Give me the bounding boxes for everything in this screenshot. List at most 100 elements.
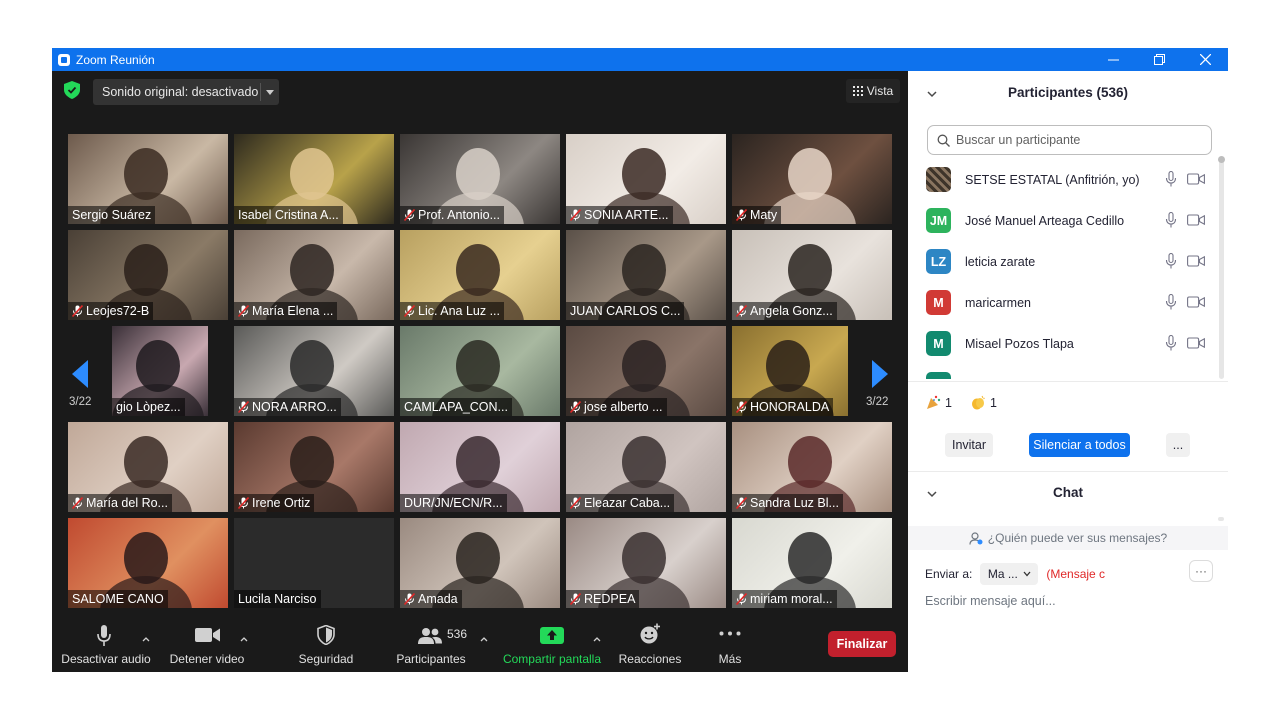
invite-button[interactable]: Invitar [945,433,993,457]
participant-name: CAMLAPA_CON... [404,400,508,414]
search-participant-input[interactable]: Buscar un participante [927,125,1212,155]
share-options-chevron-icon[interactable] [593,635,601,643]
muted-microphone-icon [736,209,747,221]
video-camera-icon[interactable] [1187,296,1205,308]
original-sound-button[interactable]: Sonido original: desactivado [93,79,279,105]
participant-row[interactable]: M Misael Pozos Tlapa [908,323,1218,364]
participant-name-label: Prof. Antonio... [400,206,504,224]
video-camera-icon[interactable] [1187,255,1205,267]
participant-name: miriam moral... [750,592,833,606]
mute-audio-button[interactable]: Desactivar audio [58,621,154,672]
video-tile[interactable]: Maty [732,134,892,224]
video-tile[interactable]: María del Ro... [68,422,228,512]
restore-button[interactable] [1136,48,1182,71]
mute-all-button[interactable]: Silenciar a todos [1029,433,1130,457]
video-tile[interactable]: Lic. Ana Luz ... [400,230,560,320]
more-label: Más [718,652,742,666]
participant-name-label: gio Lòpez... [112,398,185,416]
view-button[interactable]: Vista [846,79,900,103]
video-tile[interactable]: DUR/JN/ECN/R... [400,422,560,512]
video-tile[interactable]: Sandra Luz Bl... [732,422,892,512]
microphone-icon[interactable] [1165,335,1177,351]
participant-list-name: SETSE ESTATAL (Anfitrión, yo) [965,173,1140,187]
participant-name: Maty [750,208,778,222]
encryption-shield-icon[interactable] [64,81,80,99]
video-tile[interactable]: Prof. Antonio... [400,134,560,224]
more-options-button[interactable]: ... [1166,433,1190,457]
video-camera-icon[interactable] [1187,337,1205,349]
end-meeting-button[interactable]: Finalizar [828,631,896,657]
send-to-select[interactable]: Ma ... [980,563,1039,585]
security-button[interactable]: Seguridad [286,621,366,672]
participant-name: Lucila Narciso [238,592,317,606]
participant-name-label: JUAN CARLOS C... [566,302,685,320]
send-to-row: Enviar a: Ma ... (Mensaje c [925,563,1105,585]
chat-scrollbar[interactable] [1218,517,1224,521]
view-label: Vista [866,84,894,98]
smiley-add-icon [640,623,660,644]
more-button[interactable]: Más [700,621,760,672]
participants-button[interactable]: 536 Participantes [388,621,474,672]
video-tile[interactable]: gio Lòpez... [112,326,208,416]
video-tile[interactable]: Lucila Narciso [234,518,394,608]
minimize-button[interactable] [1090,48,1136,71]
close-button[interactable] [1182,48,1228,71]
muted-microphone-icon [736,497,747,509]
video-tile[interactable]: SONIA ARTE... [566,134,726,224]
zoom-window: Zoom Reunión Sonido original: desactivad… [52,48,1228,672]
next-page-arrow-icon[interactable] [868,354,892,394]
chat-message-input[interactable]: Escribir mensaje aquí... [925,594,1056,608]
microphone-icon[interactable] [1165,212,1177,228]
participant-name-label: HONORALDA [732,398,834,416]
participant-list-scrollbar[interactable] [1218,156,1225,379]
video-tile[interactable]: Leojes72-B [68,230,228,320]
chevron-down-icon[interactable] [266,90,274,95]
restore-icon [1153,54,1165,65]
video-tile[interactable]: Irene Ortiz [234,422,394,512]
video-tile[interactable]: Eleazar Caba... [566,422,726,512]
video-tile[interactable]: Isabel Cristina A... [234,134,394,224]
participant-row[interactable] [908,364,1218,379]
participant-row[interactable]: Mmaricarmen [908,282,1218,323]
stop-video-button[interactable]: Detener video [162,621,252,672]
video-tile[interactable]: María Elena ... [234,230,394,320]
video-camera-icon[interactable] [1187,214,1205,226]
video-tile[interactable]: CAMLAPA_CON... [400,326,560,416]
message-visibility-link[interactable]: ¿Quién puede ver sus mensajes? [908,526,1228,550]
video-options-chevron-icon[interactable] [240,635,248,643]
participants-options-chevron-icon[interactable] [480,635,488,643]
video-tile[interactable]: miriam moral... [732,518,892,608]
participant-name-label: Eleazar Caba... [566,494,675,512]
video-tile[interactable]: JUAN CARLOS C... [566,230,726,320]
participant-row[interactable]: SETSE ESTATAL (Anfitrión, yo) [908,159,1218,200]
previous-page-arrow-icon[interactable] [68,354,92,394]
participant-row[interactable]: LZ leticia zarate [908,241,1218,282]
video-tile[interactable]: SALOME CANO [68,518,228,608]
muted-microphone-icon [736,305,747,317]
participant-name: gio Lòpez... [116,400,181,414]
search-icon [937,134,950,147]
microphone-icon[interactable] [1165,171,1177,187]
video-camera-icon[interactable] [1187,173,1205,185]
avatar: M [926,331,951,356]
muted-microphone-icon [736,401,747,413]
video-tile[interactable]: Amada [400,518,560,608]
audio-options-chevron-icon[interactable] [142,635,150,643]
video-tile[interactable]: jose alberto ... [566,326,726,416]
share-screen-button[interactable]: Compartir pantalla [498,621,606,672]
participant-name-label: SONIA ARTE... [566,206,673,224]
video-tile[interactable]: Angela Gonz... [732,230,892,320]
participant-name: SALOME CANO [72,592,164,606]
microphone-icon[interactable] [1165,253,1177,269]
video-tile[interactable]: HONORALDA [732,326,848,416]
participant-row[interactable]: JM José Manuel Arteaga Cedillo [908,200,1218,241]
video-tile[interactable]: NORA ARRO... [234,326,394,416]
microphone-icon[interactable] [1165,294,1177,310]
video-tile[interactable]: Sergio Suárez [68,134,228,224]
chat-more-button[interactable]: ··· [1189,560,1213,582]
message-visibility-text: ¿Quién puede ver sus mensajes? [987,531,1168,545]
reactions-button[interactable]: Reacciones [610,621,690,672]
microphone-icon [97,625,111,646]
video-tile[interactable]: REDPEA [566,518,726,608]
participants-label: Participantes [396,652,466,666]
